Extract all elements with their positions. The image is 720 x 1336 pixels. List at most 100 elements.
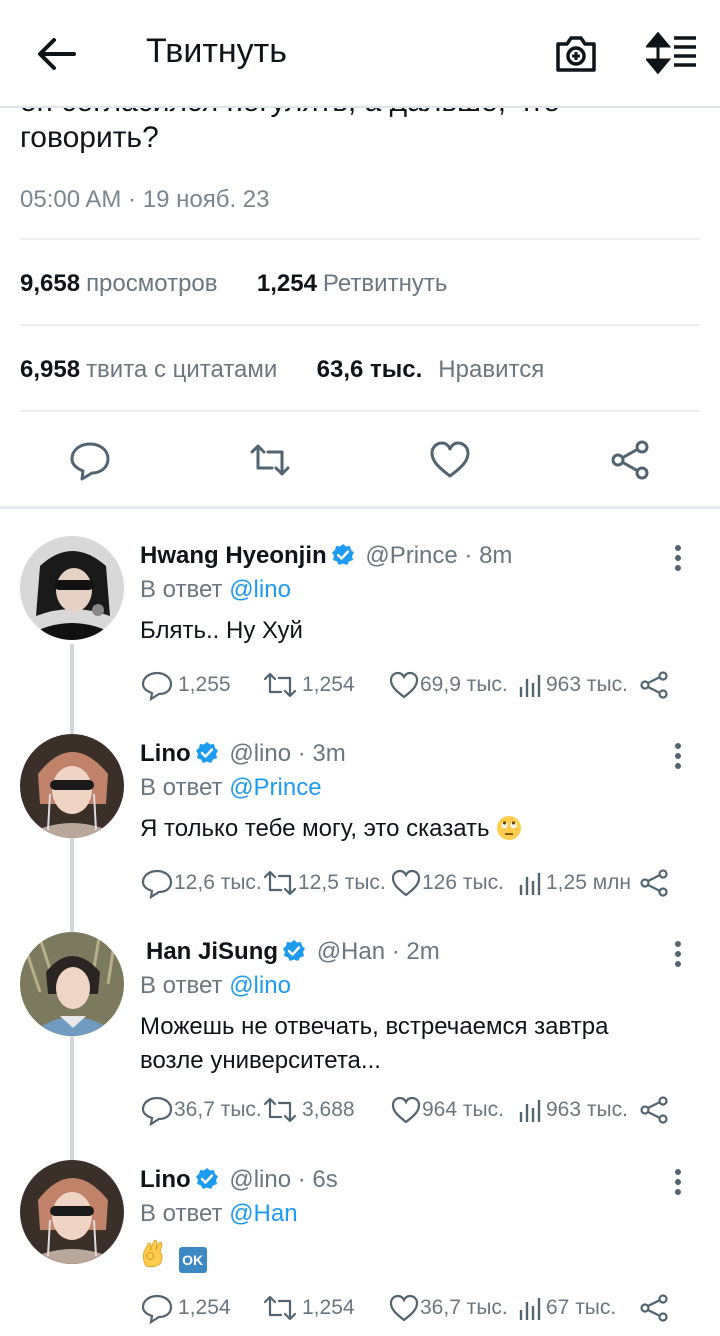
share-icon[interactable] <box>608 438 652 482</box>
like-stat[interactable]: 36,7 тыс. <box>388 1292 508 1324</box>
likes-label: Нравится <box>438 356 545 383</box>
comment-icon[interactable] <box>68 438 112 482</box>
more-options-icon[interactable] <box>672 544 684 572</box>
comment-stat[interactable]: 1,255 <box>140 669 231 701</box>
retweet-stat[interactable]: 1,254 <box>262 1292 355 1324</box>
reply-mention[interactable]: @Han <box>229 1200 297 1227</box>
reply-text: Блять.. Ну Хуй <box>140 617 303 644</box>
heart-icon <box>389 1294 419 1322</box>
tweet-action-bar <box>0 430 720 492</box>
comment-stat[interactable]: 36,7 тыс. <box>140 1094 262 1126</box>
share-stat[interactable] <box>638 1094 670 1126</box>
author-handle: @lino · 6s <box>229 1166 338 1193</box>
comment-count: 36,7 тыс. <box>174 1098 262 1121</box>
author-line: Han JiSung @Han · 2m <box>146 938 440 966</box>
reply-stats: 36,7 тыс. 3,688 964 тыс. 963 тыс. <box>140 1094 680 1126</box>
ok-badge: OK <box>178 1247 207 1273</box>
stats-row-quotes-likes: 6,958 твита с цитатами 63,6 тыс. Нравится <box>20 356 544 384</box>
more-options-icon[interactable] <box>672 940 684 968</box>
reply-text: OK <box>140 1238 700 1273</box>
views-stat[interactable]: 67 тыс. <box>516 1292 616 1324</box>
views-stat[interactable]: 9,658 просмотров <box>20 270 218 297</box>
sort-list-icon[interactable] <box>646 32 698 74</box>
tweet-timestamp: 05:00 AM · 19 нояб. 23 <box>20 186 270 213</box>
avatar[interactable] <box>20 734 124 838</box>
reply-mention[interactable]: @lino <box>229 576 291 603</box>
avatar[interactable] <box>20 1160 124 1264</box>
like-count: 69,9 тыс. <box>420 673 508 696</box>
reply-text-line-2: возле университета... <box>140 1047 381 1074</box>
reply-stats: 1,254 1,254 36,7 тыс. 67 тыс. <box>140 1292 680 1324</box>
arrow-left-icon[interactable] <box>34 34 78 74</box>
author-handle: @Han · 2m <box>316 938 440 965</box>
more-options-icon[interactable] <box>672 742 684 770</box>
share-icon <box>640 1294 668 1322</box>
reply-to-line: В ответ @lino <box>140 576 291 604</box>
reply-mention[interactable]: @Prince <box>229 774 321 801</box>
author-handle: @lino · 3m <box>229 740 346 767</box>
reply-text-line: Я только тебе могу, это сказать <box>140 812 700 846</box>
reply-prefix: В ответ <box>140 774 223 801</box>
reply-mention[interactable]: @lino <box>229 972 291 999</box>
verified-badge-icon <box>331 544 354 565</box>
share-stat[interactable] <box>638 1292 670 1324</box>
views-stat[interactable]: 963 тыс. <box>516 669 628 701</box>
author-name[interactable]: Han JiSung <box>146 938 278 965</box>
views-stat[interactable]: 963 тыс. <box>516 1094 628 1126</box>
author-line: Lino @lino · 6s <box>140 1166 338 1194</box>
like-stat[interactable]: 964 тыс. <box>390 1094 504 1126</box>
retweets-stat[interactable]: 1,254 Ретвитнуть <box>257 270 447 297</box>
share-stat[interactable] <box>638 669 670 701</box>
like-stat[interactable]: 69,9 тыс. <box>388 669 508 701</box>
retweets-count: 1,254 <box>256 270 317 297</box>
like-stat[interactable]: 126 тыс. <box>390 867 504 899</box>
heart-icon <box>391 1096 421 1124</box>
share-icon <box>640 1096 668 1124</box>
heart-icon <box>389 671 419 699</box>
tweet-text: говорить? <box>20 121 159 154</box>
reply-to-line: В ответ @Prince <box>140 774 322 802</box>
author-name[interactable]: Lino <box>140 740 191 767</box>
verified-badge-icon <box>195 742 218 763</box>
camera-plus-icon[interactable] <box>554 32 598 74</box>
reply-stats: 1,255 1,254 69,9 тыс. 963 тыс. <box>140 669 680 701</box>
retweet-icon <box>263 870 297 896</box>
reply-to-line: В ответ @Han <box>140 1200 298 1228</box>
retweet-stat[interactable]: 3,688 <box>262 1094 355 1126</box>
retweet-count: 12,5 тыс. <box>298 871 386 894</box>
retweet-stat[interactable]: 12,5 тыс. <box>262 867 386 899</box>
divider <box>20 324 700 326</box>
divider <box>20 410 700 412</box>
section-divider <box>0 506 720 509</box>
quotes-stat[interactable]: 6,958 твита с цитатами <box>20 356 277 383</box>
page-title: Твитнуть <box>146 32 287 70</box>
quotes-label: твита с цитатами <box>86 356 278 383</box>
heart-icon <box>391 869 421 897</box>
retweet-icon <box>263 672 297 698</box>
avatar[interactable] <box>20 932 124 1036</box>
comment-stat[interactable]: 12,6 тыс. <box>140 867 262 899</box>
comment-stat[interactable]: 1,254 <box>140 1292 231 1324</box>
share-icon <box>640 671 668 699</box>
likes-stat[interactable]: 63,6 тыс. Нравится <box>317 356 545 383</box>
author-name[interactable]: Lino <box>140 1166 191 1193</box>
retweet-stat[interactable]: 1,254 <box>262 669 355 701</box>
bar-chart-icon <box>519 873 541 895</box>
heart-icon[interactable] <box>428 438 472 482</box>
bar-chart-icon <box>519 1298 541 1320</box>
views-count: 963 тыс. <box>546 673 628 696</box>
comment-icon <box>141 869 173 899</box>
avatar[interactable] <box>20 536 124 640</box>
share-icon <box>640 869 668 897</box>
reply-text: Я только тебе могу, это сказать <box>140 815 490 842</box>
like-count: 126 тыс. <box>422 871 504 894</box>
retweets-label: Ретвитнуть <box>322 270 448 297</box>
views-stat[interactable]: 1,25 млн <box>516 867 631 899</box>
eye-roll-emoji <box>496 816 521 840</box>
author-name[interactable]: Hwang Hyeonjin <box>140 542 327 569</box>
top-app-bar: Твитнуть <box>0 0 720 108</box>
retweet-icon <box>263 1097 297 1123</box>
retweet-icon[interactable] <box>248 438 292 482</box>
more-options-icon[interactable] <box>672 1168 684 1196</box>
share-stat[interactable] <box>638 867 670 899</box>
